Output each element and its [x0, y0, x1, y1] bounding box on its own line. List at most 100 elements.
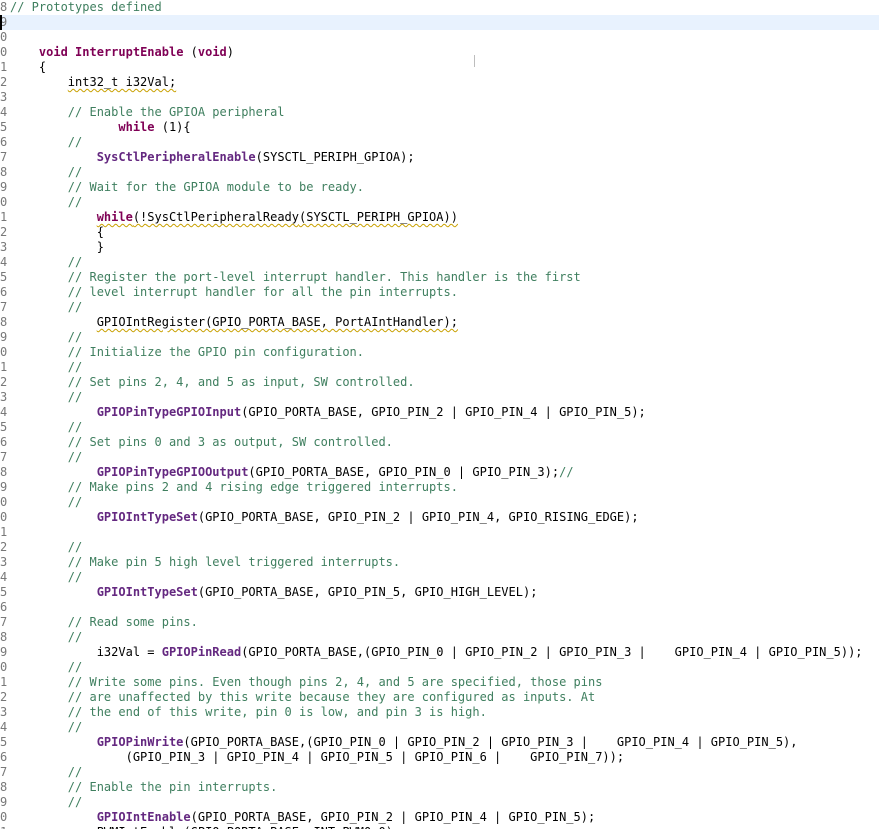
code-line[interactable]: 9 // Wait for the GPIOA module to be rea… — [0, 180, 879, 195]
code-text[interactable]: // — [10, 195, 82, 210]
code-line[interactable]: 0 // — [0, 195, 879, 210]
code-line[interactable]: 9 // Make pins 2 and 4 rising edge trigg… — [0, 480, 879, 495]
code-text[interactable]: } — [10, 240, 104, 255]
code-text[interactable]: PWMIntEnable(GPIO_PORTA_BASE, INT_PWM0_0… — [10, 825, 400, 829]
code-line[interactable]: 5 // — [0, 420, 879, 435]
code-line[interactable]: 6 // level interrupt handler for all the… — [0, 285, 879, 300]
code-text[interactable]: int32_t i32Val; — [10, 75, 176, 90]
code-text[interactable]: // — [10, 570, 82, 585]
code-line[interactable]: 4 // — [0, 255, 879, 270]
code-line[interactable]: 2 int32_t i32Val; — [0, 75, 879, 90]
code-line[interactable]: 8// Prototypes defined — [0, 0, 879, 15]
code-line[interactable]: 9 i32Val = GPIOPinRead(GPIO_PORTA_BASE,(… — [0, 645, 879, 660]
code-line[interactable]: 1 — [0, 525, 879, 540]
code-line[interactable]: 4 // Enable the GPIOA peripheral — [0, 105, 879, 120]
code-line[interactable]: 8 // — [0, 630, 879, 645]
code-line[interactable]: 3 } — [0, 240, 879, 255]
code-line[interactable]: 1 // — [0, 360, 879, 375]
code-line[interactable]: 0 — [0, 30, 879, 45]
code-text[interactable]: GPIOPinTypeGPIOInput(GPIO_PORTA_BASE, GP… — [10, 405, 646, 420]
code-line[interactable]: 2 // are unaffected by this write becaus… — [0, 690, 879, 705]
code-line[interactable]: 7 // — [0, 450, 879, 465]
code-text[interactable]: // — [10, 450, 82, 465]
code-text[interactable]: // — [10, 420, 82, 435]
code-text[interactable]: while(!SysCtlPeripheralReady(SYSCTL_PERI… — [10, 210, 458, 225]
code-text[interactable]: // Enable the GPIOA peripheral — [10, 105, 285, 120]
code-text[interactable]: // Enable the pin interrupts. — [10, 780, 278, 795]
code-line[interactable]: 5 // Register the port-level interrupt h… — [0, 270, 879, 285]
code-text[interactable]: { — [10, 225, 104, 240]
code-text[interactable]: (GPIO_PIN_3 | GPIO_PIN_4 | GPIO_PIN_5 | … — [10, 750, 625, 765]
code-text[interactable]: // — [10, 765, 82, 780]
code-line[interactable]: 1 { — [0, 60, 879, 75]
code-line[interactable]: 4 // — [0, 570, 879, 585]
code-line[interactable]: 9 — [0, 15, 879, 30]
code-text[interactable]: // the end of this write, pin 0 is low, … — [10, 705, 487, 720]
code-line[interactable]: 4 GPIOPinTypeGPIOInput(GPIO_PORTA_BASE, … — [0, 405, 879, 420]
code-line[interactable]: 9 // — [0, 795, 879, 810]
code-text[interactable]: // Register the port-level interrupt han… — [10, 270, 581, 285]
code-line[interactable]: 5 while (1){ — [0, 120, 879, 135]
code-line[interactable]: 6 // Set pins 0 and 3 as output, SW cont… — [0, 435, 879, 450]
code-line[interactable]: 7 // Read some pins. — [0, 615, 879, 630]
code-line[interactable]: 6 // — [0, 135, 879, 150]
code-text[interactable]: // — [10, 255, 82, 270]
code-line[interactable]: 2 // Set pins 2, 4, and 5 as input, SW c… — [0, 375, 879, 390]
code-text[interactable]: // — [10, 540, 82, 555]
code-line[interactable]: 0 void InterruptEnable (void) — [0, 45, 879, 60]
code-text[interactable]: // — [10, 660, 82, 675]
code-text[interactable]: i32Val = GPIOPinRead(GPIO_PORTA_BASE,(GP… — [10, 645, 863, 660]
code-text[interactable]: // level interrupt handler for all the p… — [10, 285, 458, 300]
code-line[interactable]: 6 (GPIO_PIN_3 | GPIO_PIN_4 | GPIO_PIN_5 … — [0, 750, 879, 765]
code-text[interactable]: // Make pins 2 and 4 rising edge trigger… — [10, 480, 458, 495]
code-text[interactable]: // — [10, 165, 82, 180]
code-text[interactable]: // — [10, 390, 82, 405]
code-text[interactable]: // Write some pins. Even though pins 2, … — [10, 675, 603, 690]
code-line[interactable]: 7 // — [0, 300, 879, 315]
code-line[interactable]: 1 // Write some pins. Even though pins 2… — [0, 675, 879, 690]
code-text[interactable]: GPIOPinWrite(GPIO_PORTA_BASE,(GPIO_PIN_0… — [10, 735, 798, 750]
code-text[interactable]: void InterruptEnable (void) — [10, 45, 234, 60]
code-text[interactable]: while (1){ — [10, 120, 190, 135]
code-line[interactable]: 0 // — [0, 660, 879, 675]
code-text[interactable]: // — [10, 720, 82, 735]
code-text[interactable]: // — [10, 795, 82, 810]
code-text[interactable]: // Read some pins. — [10, 615, 198, 630]
code-line[interactable]: 7 SysCtlPeripheralEnable(SYSCTL_PERIPH_G… — [0, 150, 879, 165]
code-editor[interactable]: 8// Prototypes defined 9 0 0 void Interrupt… — [0, 0, 879, 829]
code-line[interactable]: 8 GPIOPinTypeGPIOOutput(GPIO_PORTA_BASE,… — [0, 465, 879, 480]
code-line[interactable]: 4 // — [0, 720, 879, 735]
code-line[interactable]: 5 GPIOPinWrite(GPIO_PORTA_BASE,(GPIO_PIN… — [0, 735, 879, 750]
code-text[interactable]: GPIOPinTypeGPIOOutput(GPIO_PORTA_BASE, G… — [10, 465, 574, 480]
code-text[interactable]: // — [10, 330, 82, 345]
code-text[interactable]: // Prototypes defined — [10, 0, 162, 15]
code-text[interactable]: // Set pins 0 and 3 as output, SW contro… — [10, 435, 393, 450]
code-line[interactable]: 0 // — [0, 495, 879, 510]
code-text[interactable]: // are unaffected by this write because … — [10, 690, 595, 705]
code-line[interactable]: 3 // the end of this write, pin 0 is low… — [0, 705, 879, 720]
code-text[interactable]: // — [10, 495, 82, 510]
code-line[interactable]: 0 // Initialize the GPIO pin configurati… — [0, 345, 879, 360]
code-text[interactable]: // Initialize the GPIO pin configuration… — [10, 345, 364, 360]
code-text[interactable]: // — [10, 360, 82, 375]
code-line[interactable]: 5 GPIOIntTypeSet(GPIO_PORTA_BASE, GPIO_P… — [0, 585, 879, 600]
code-text[interactable]: SysCtlPeripheralEnable(SYSCTL_PERIPH_GPI… — [10, 150, 415, 165]
code-line[interactable]: 7 // — [0, 765, 879, 780]
code-line[interactable]: 0 GPIOIntTypeSet(GPIO_PORTA_BASE, GPIO_P… — [0, 510, 879, 525]
code-line[interactable]: 0 GPIOIntEnable(GPIO_PORTA_BASE, GPIO_PI… — [0, 810, 879, 825]
code-line[interactable]: 3 // Make pin 5 high level triggered int… — [0, 555, 879, 570]
code-text[interactable]: { — [10, 60, 46, 75]
code-line[interactable]: 8 // — [0, 165, 879, 180]
code-text[interactable]: // Wait for the GPIOA module to be ready… — [10, 180, 364, 195]
code-text[interactable]: // Make pin 5 high level triggered inter… — [10, 555, 400, 570]
code-line[interactable]: 1 PWMIntEnable(GPIO_PORTA_BASE, INT_PWM0… — [0, 825, 879, 829]
code-text[interactable]: GPIOIntTypeSet(GPIO_PORTA_BASE, GPIO_PIN… — [10, 585, 538, 600]
code-line[interactable]: 9 // — [0, 330, 879, 345]
code-line[interactable]: 8 GPIOIntRegister(GPIO_PORTA_BASE, PortA… — [0, 315, 879, 330]
code-text[interactable]: // — [10, 135, 82, 150]
code-text[interactable]: GPIOIntEnable(GPIO_PORTA_BASE, GPIO_PIN_… — [10, 810, 596, 825]
code-line[interactable]: 1 while(!SysCtlPeripheralReady(SYSCTL_PE… — [0, 210, 879, 225]
code-line[interactable]: 2 // — [0, 540, 879, 555]
code-line[interactable]: 2 { — [0, 225, 879, 240]
code-text[interactable]: // — [10, 630, 82, 645]
